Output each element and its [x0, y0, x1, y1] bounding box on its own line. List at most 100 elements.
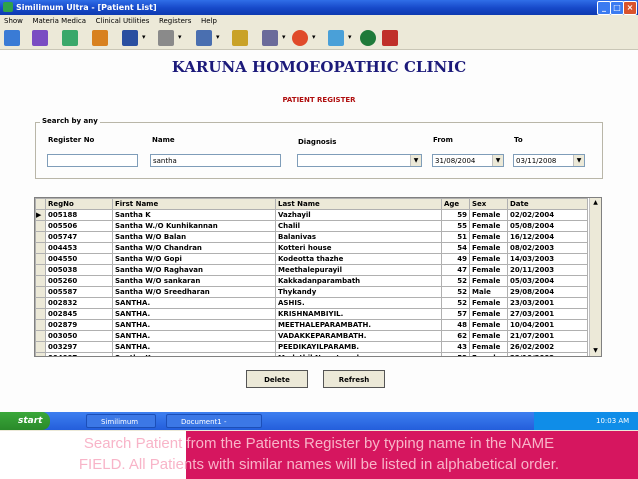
table-row[interactable]: 005587 Santha W/O Sreedharan Thykandy 52 Mal… [35, 286, 588, 298]
last-name-cell: Chalil [275, 220, 442, 232]
refresh-button[interactable]: Refresh [323, 370, 385, 388]
row-selector[interactable] [35, 341, 46, 353]
col-first-name[interactable]: First Name [112, 198, 276, 210]
table-row[interactable]: 005747 Santha W/O Balan Balanivas 51 Female 1… [35, 231, 588, 243]
tools-icon[interactable] [158, 30, 174, 46]
table-row[interactable]: 004453 Santha W/O Chandran Kotteri house 54… [35, 242, 588, 254]
row-selector[interactable] [35, 352, 46, 356]
user-icon[interactable] [4, 30, 20, 46]
start-button[interactable]: start [0, 412, 50, 430]
table-row[interactable]: 004550 Santha W/O Gopi Kodeotta thazhe 49 Fe… [35, 253, 588, 265]
table-row[interactable]: 002879 SANTHA. MEETHALEPARAMBATH. 48 Female 1… [35, 319, 588, 331]
chevron-down-icon[interactable]: ▾ [348, 33, 352, 41]
minimize-button[interactable]: _ [597, 1, 611, 15]
table-row[interactable]: 003297 SANTHA. PEEDIKAYILPARAMB. 43 Female 26… [35, 341, 588, 353]
lifebuoy-icon[interactable] [292, 30, 308, 46]
row-selector[interactable] [35, 297, 46, 309]
table-row[interactable]: 005506 Santha W./O Kunhikannan Chalil 55 Fem… [35, 220, 588, 232]
globe-icon[interactable] [360, 30, 376, 46]
row-selector[interactable]: ▶ [35, 209, 46, 221]
regno-cell: 005260 [45, 275, 113, 287]
from-date-value: 31/08/2004 [435, 157, 476, 165]
regno-cell: 003050 [45, 330, 113, 342]
delete-button[interactable]: Delete [246, 370, 308, 388]
row-selector[interactable] [35, 286, 46, 298]
last-name-cell: Thykandy [275, 286, 442, 298]
menu-materia-medica[interactable]: Materia Medica [32, 17, 86, 25]
age-cell: 52 [441, 275, 470, 287]
patient-table: RegNo First Name Last Name Age Sex Date … [34, 197, 602, 357]
close-button[interactable]: × [623, 1, 637, 15]
exit-icon[interactable] [382, 30, 398, 46]
scroll-down-icon[interactable]: ▼ [590, 346, 601, 356]
col-last-name[interactable]: Last Name [275, 198, 442, 210]
diagnosis-select[interactable]: ▼ [297, 154, 422, 167]
table-row[interactable]: 003050 SANTHA. VADAKKEPARAMBATH. 62 Female 21… [35, 330, 588, 342]
scroll-up-icon[interactable]: ▲ [590, 198, 601, 208]
pencil-icon[interactable] [232, 30, 248, 46]
table-row[interactable]: 004007Santha KMadathil Near temple53Fema… [35, 352, 588, 356]
task-document[interactable]: Document1 - Microsof... [166, 414, 262, 440]
row-selector[interactable] [35, 242, 46, 254]
table-row[interactable]: 005260 Santha W/O sankaran Kakkadanparamba… [35, 275, 588, 287]
chevron-down-icon[interactable]: ▼ [492, 155, 503, 166]
compass-icon[interactable] [262, 30, 278, 46]
injection-icon[interactable] [328, 30, 344, 46]
col-regno[interactable]: RegNo [45, 198, 113, 210]
menu-clinical-utilities[interactable]: Clinical Utilities [96, 17, 150, 25]
chevron-down-icon[interactable]: ▾ [178, 33, 182, 41]
first-name-cell: Santha W/O sankaran [112, 275, 276, 287]
menu-help[interactable]: Help [201, 17, 217, 25]
system-tray: 10:03 AM [534, 412, 638, 430]
from-date-picker[interactable]: 31/08/2004 ▼ [432, 154, 504, 167]
app-icon [3, 2, 13, 12]
name-input[interactable]: santha [150, 154, 281, 167]
chevron-down-icon[interactable]: ▾ [142, 33, 146, 41]
date-cell: 26/02/2002 [507, 341, 588, 353]
chevron-down-icon[interactable]: ▾ [282, 33, 286, 41]
window-titlebar: Similimum Ultra - [Patient List] _ □ × [0, 0, 638, 15]
maximize-button[interactable]: □ [610, 1, 624, 15]
table-row[interactable]: ▶ 005188 Santha K Vazhayil 59 Female 02/02/200… [35, 209, 588, 221]
chevron-down-icon[interactable]: ▾ [216, 33, 220, 41]
row-selector[interactable] [35, 220, 46, 232]
last-name-cell: Kotteri house [275, 242, 442, 254]
row-selector[interactable] [35, 319, 46, 331]
row-selector[interactable] [35, 231, 46, 243]
row-selector[interactable] [35, 275, 46, 287]
col-sex[interactable]: Sex [469, 198, 508, 210]
table-row[interactable]: 002845 SANTHA. KRISHNAMBIYIL. 57 Female 27/03… [35, 308, 588, 320]
library-icon[interactable] [92, 30, 108, 46]
to-date-picker[interactable]: 03/11/2008 ▼ [513, 154, 585, 167]
table-row[interactable]: 005038 Santha W/O Raghavan Meethalepurayil… [35, 264, 588, 276]
task-similimum[interactable]: Similimum Ultra - [Pati... [86, 414, 156, 440]
sex-cell: Female [469, 231, 508, 243]
menu-registers[interactable]: Registers [159, 17, 191, 25]
row-selector[interactable] [35, 253, 46, 265]
age-cell: 52 [441, 286, 470, 298]
chevron-down-icon[interactable]: ▼ [410, 155, 421, 166]
menu-show[interactable]: Show [4, 17, 23, 25]
calendar-icon[interactable] [122, 30, 138, 46]
register-no-input[interactable] [47, 154, 138, 167]
table-row[interactable]: 002832 SANTHA. ASHIS. 52 Female 23/03/2001 [35, 297, 588, 309]
toolbar: ▾ ▾ ▾ ▾ ▾ ▾ [0, 27, 638, 50]
row-selector[interactable] [35, 264, 46, 276]
last-name-cell: Kodeotta thazhe [275, 253, 442, 265]
age-cell: 47 [441, 264, 470, 276]
col-date[interactable]: Date [507, 198, 588, 210]
book-icon[interactable] [32, 30, 48, 46]
chevron-down-icon[interactable]: ▼ [573, 155, 584, 166]
sex-cell: Female [469, 341, 508, 353]
chart-icon[interactable] [62, 30, 78, 46]
first-name-cell: Santha W/O Chandran [112, 242, 276, 254]
first-name-cell: SANTHA. [112, 297, 276, 309]
clock: 10:03 AM [596, 417, 630, 425]
row-selector[interactable] [35, 308, 46, 320]
first-name-cell: SANTHA. [112, 308, 276, 320]
chevron-down-icon[interactable]: ▾ [312, 33, 316, 41]
col-age[interactable]: Age [441, 198, 470, 210]
table-scrollbar[interactable]: ▲ ▼ [589, 198, 601, 356]
row-selector[interactable] [35, 330, 46, 342]
notes-icon[interactable] [196, 30, 212, 46]
